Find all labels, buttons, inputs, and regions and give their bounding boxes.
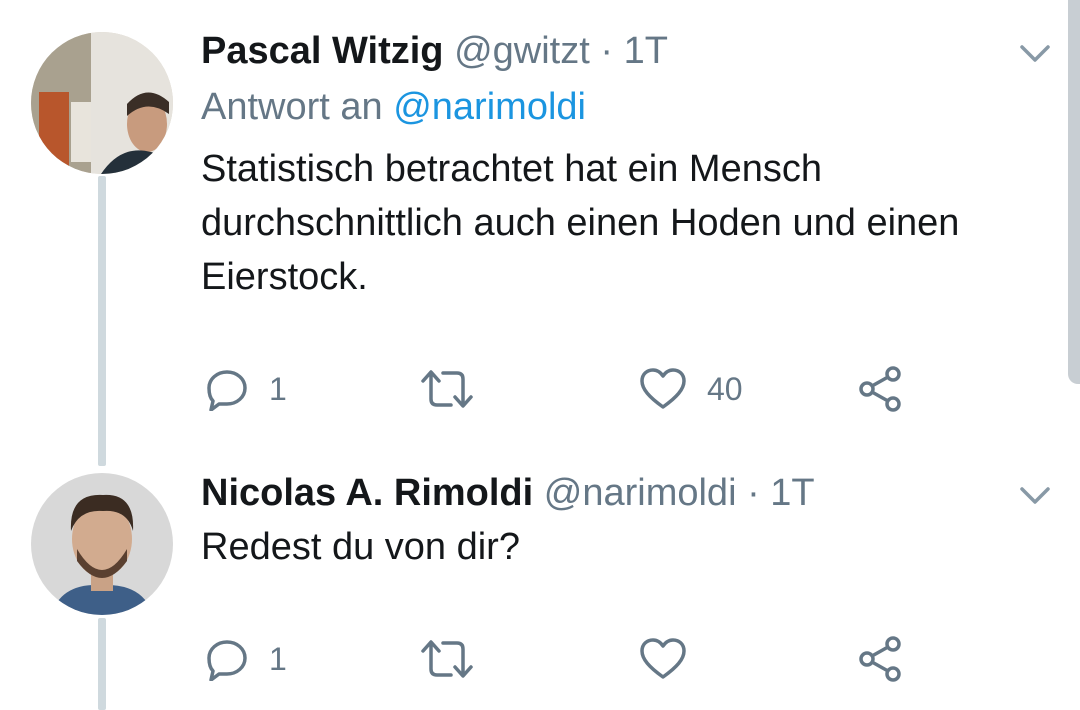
retweet-button[interactable] [419,364,475,414]
reply-icon [207,640,247,681]
reply-context: Antwort an @narimoldi [201,86,586,129]
tweet-header: Nicolas A. Rimoldi @narimoldi · 1T [201,472,815,515]
profile-photo-icon [31,32,173,174]
separator: · [600,30,614,72]
reply-count: 1 [269,640,287,677]
timestamp[interactable]: 1T [770,472,814,514]
scrollbar[interactable] [1068,0,1080,384]
heart-icon [640,368,686,409]
action-bar: 1 40 [201,364,961,414]
share-icon [859,636,901,682]
reply-icon [207,370,247,411]
tweet-text: Statistisch betrachtet hat ein Mensch du… [201,148,960,298]
chevron-down-icon[interactable] [1018,480,1052,510]
separator: · [747,472,760,514]
retweet-icon [421,370,473,408]
like-button[interactable]: 40 [639,364,743,414]
reply-count: 1 [269,370,287,407]
avatar[interactable] [31,473,173,615]
author-name[interactable]: Pascal Witzig [201,30,444,72]
reply-prefix: Antwort an [201,86,383,128]
retweet-button[interactable] [419,634,475,684]
tweet-text: Redest du von dir? [201,526,520,568]
share-button[interactable] [857,634,905,684]
share-button[interactable] [857,364,905,414]
profile-photo-icon [31,473,173,615]
tweet-header: Pascal Witzig @gwitzt · 1T [201,30,668,73]
chevron-down-icon[interactable] [1018,38,1052,68]
reply-mention-link[interactable]: @narimoldi [393,86,586,128]
retweet-icon [421,640,473,678]
share-icon [859,366,901,412]
like-button[interactable] [639,634,707,684]
action-bar: 1 [201,634,961,684]
like-count: 40 [707,370,743,407]
author-name[interactable]: Nicolas A. Rimoldi [201,472,533,514]
thread-line [98,176,106,466]
tweet-nicolas[interactable]: Nicolas A. Rimoldi @narimoldi · 1T Redes… [0,440,1080,710]
avatar[interactable] [31,32,173,174]
author-handle[interactable]: @gwitzt [454,30,590,72]
reply-button[interactable]: 1 [205,364,287,414]
author-handle[interactable]: @narimoldi [544,472,737,514]
reply-button[interactable]: 1 [205,634,287,684]
thread-line [98,618,106,710]
tweet-pascal[interactable]: Pascal Witzig @gwitzt · 1T Antwort an @n… [0,0,1080,466]
heart-icon [640,638,686,679]
timestamp[interactable]: 1T [624,30,668,72]
